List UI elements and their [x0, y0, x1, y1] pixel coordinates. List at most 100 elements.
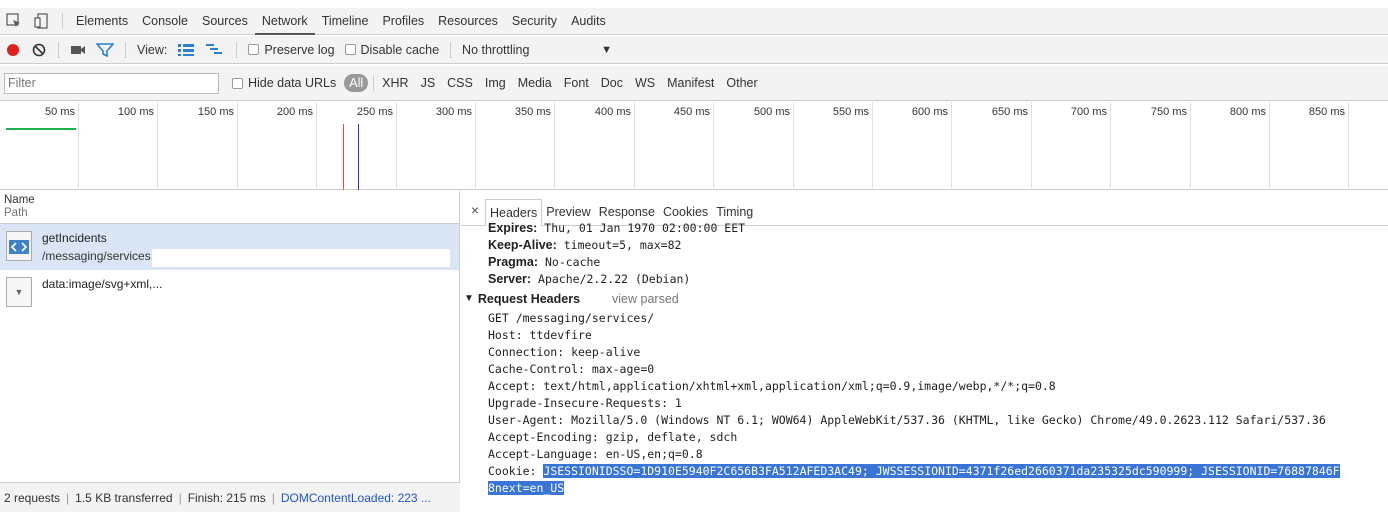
timeline-gridline [316, 102, 317, 190]
tab-security[interactable]: Security [505, 8, 564, 35]
filter-type-css[interactable]: CSS [441, 76, 479, 90]
timeline-tick-label: 800 ms [1229, 106, 1266, 118]
header-value: Apache/2.2.22 (Debian) [538, 272, 691, 286]
timeline-tick-label: 100 ms [117, 106, 154, 118]
timeline-tick-label: 500 ms [753, 106, 790, 118]
view-label: View: [137, 42, 168, 57]
tab-elements[interactable]: Elements [69, 8, 135, 35]
filter-toggle-button[interactable] [91, 36, 119, 64]
column-name-label: Name [4, 194, 35, 206]
checkbox-box[interactable] [344, 44, 356, 55]
filter-type-manifest[interactable]: Manifest [661, 76, 720, 90]
record-button[interactable] [0, 36, 26, 64]
overview-toggle-button[interactable] [200, 36, 230, 64]
tab-resources[interactable]: Resources [431, 8, 505, 35]
timeline-tick-label: 50 ms [45, 106, 75, 118]
camera-icon [71, 45, 85, 54]
timeline-gridline [951, 102, 952, 190]
disable-cache-checkbox[interactable]: Disable cache [340, 36, 445, 64]
response-header-line: Expires: Thu, 01 Jan 1970 02:00:00 EET [488, 220, 1388, 237]
separator [62, 13, 63, 29]
tab-sources[interactable]: Sources [195, 8, 255, 35]
request-header-line: Accept-Encoding: gzip, deflate, sdch [488, 430, 738, 444]
filter-type-ws[interactable]: WS [629, 76, 661, 90]
request-headers-title: Request Headers [477, 292, 581, 306]
timeline-tick-label: 750 ms [1150, 106, 1187, 118]
name-column-header[interactable]: Name Path [0, 191, 459, 224]
header-key: Expires: [488, 221, 538, 235]
timeline-tick-label: 450 ms [673, 106, 710, 118]
filter-input[interactable] [4, 72, 219, 94]
response-header-line: Keep-Alive: timeout=5, max=82 [488, 237, 1388, 254]
timeline-gridline [713, 102, 714, 190]
timeline-gridline [1031, 102, 1032, 190]
timeline-tick-label: 250 ms [356, 106, 393, 118]
filter-type-other[interactable]: Other [720, 76, 763, 90]
timeline-gridline [1348, 102, 1349, 190]
request-count: 2 requests [4, 490, 61, 505]
header-key: Pragma: [488, 255, 539, 269]
timeline-tick-label: 700 ms [1070, 106, 1107, 118]
timeline-gridline [157, 102, 158, 190]
device-mode-icon[interactable] [28, 8, 56, 35]
throttling-value: No throttling [462, 42, 530, 57]
separator [373, 75, 375, 91]
tab-profiles[interactable]: Profiles [375, 8, 431, 35]
header-key: Keep-Alive: [488, 238, 557, 252]
status-separator: | [271, 490, 275, 505]
cookie-value-selected-cont[interactable]: 8next=en_US [488, 481, 565, 495]
dcl-marker-red [343, 124, 344, 190]
image-file-icon: ▼ [6, 277, 32, 307]
throttling-select[interactable]: No throttling ▼ [457, 36, 617, 64]
view-parsed-link[interactable]: view parsed [612, 288, 679, 310]
timeline-gridline [396, 102, 397, 190]
timeline-tick-label: 850 ms [1308, 106, 1345, 118]
filter-type-js[interactable]: JS [415, 76, 442, 90]
cookie-value-selected[interactable]: JSESSIONIDSSO=1D910E5940F2C656B3FA512AFE… [543, 464, 1340, 478]
header-key: Server: [488, 272, 532, 286]
inspect-element-icon[interactable] [0, 8, 28, 35]
capture-screenshots-button[interactable] [65, 36, 91, 64]
triangle-down-icon: ▼ [464, 293, 474, 304]
tab-audits[interactable]: Audits [564, 8, 613, 35]
request-header-line: Accept-Language: en-US,en;q=0.8 [488, 447, 703, 461]
list-view-icon [178, 43, 195, 56]
timeline-tick-label: 600 ms [911, 106, 948, 118]
large-rows-button[interactable] [172, 36, 200, 64]
request-row[interactable]: ▼ data:image/svg+xml,... [0, 270, 459, 316]
filter-bar: Hide data URLs All XHR JS CSS Img Media … [0, 66, 1388, 101]
request-list-pane: Name Path getIncidents /messaging/servic… [0, 191, 460, 512]
filter-type-xhr[interactable]: XHR [376, 76, 414, 90]
cookie-header-continuation: 8next=en_US [488, 480, 1388, 497]
filter-type-font[interactable]: Font [558, 76, 595, 90]
timeline-gridline [237, 102, 238, 190]
tab-timeline[interactable]: Timeline [315, 8, 376, 35]
request-headers-section-toggle[interactable]: ▼ Request Headers view parsed [464, 288, 1388, 310]
request-detail-pane: × Headers Preview Response Cookies Timin… [461, 191, 1388, 512]
dom-content-loaded-time: DOMContentLoaded: 223 ... [280, 490, 431, 505]
separator [236, 41, 238, 58]
timeline-gridline [78, 102, 79, 190]
request-row[interactable]: getIncidents /messaging/services, [0, 224, 459, 270]
preserve-log-label: Preserve log [264, 42, 335, 57]
document-icon [6, 231, 32, 261]
separator [450, 41, 452, 58]
dropdown-arrow-icon: ▼ [601, 43, 613, 56]
network-toolbar: View: Preserve log Disable cache No thro… [0, 36, 1388, 64]
tab-network[interactable]: Network [254, 8, 315, 35]
filter-type-media[interactable]: Media [512, 76, 558, 90]
request-name: getIncidents [42, 231, 107, 245]
hide-data-urls-checkbox[interactable]: Hide data URLs [227, 69, 341, 97]
timeline-gridline [872, 102, 873, 190]
clear-button[interactable] [26, 36, 52, 64]
tab-console[interactable]: Console [135, 8, 195, 35]
checkbox-box[interactable] [232, 77, 243, 89]
filter-type-img[interactable]: Img [479, 76, 512, 90]
timeline-overview[interactable]: 50 ms 100 ms 150 ms 200 ms 250 ms 300 ms 350 m… [0, 102, 1388, 190]
filter-type-doc[interactable]: Doc [595, 76, 629, 90]
checkbox-box[interactable] [248, 44, 260, 55]
network-status-bar: 2 requests | 1.5 KB transferred | Finish… [0, 482, 460, 512]
filter-type-all[interactable]: All [344, 74, 369, 92]
preserve-log-checkbox[interactable]: Preserve log [243, 36, 339, 64]
request-path: /messaging/services, [42, 249, 155, 263]
